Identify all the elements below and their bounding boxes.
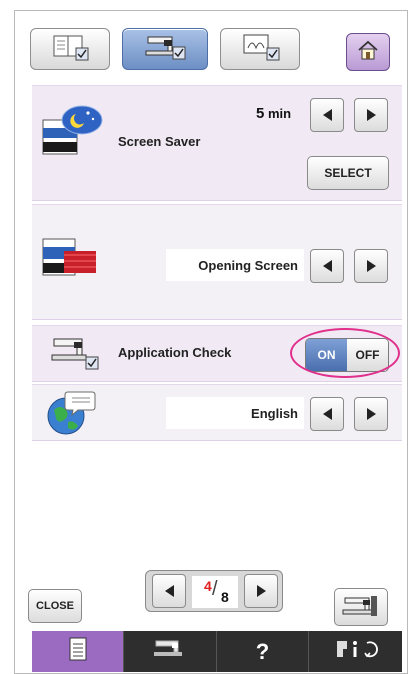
screen-saver-icon	[42, 104, 104, 161]
tab-machine-guide[interactable]	[124, 631, 217, 672]
machine-mode-button[interactable]	[334, 588, 388, 626]
presser-foot-info-icon	[331, 637, 381, 666]
globe-icon	[46, 388, 96, 441]
help-icon: ?	[255, 638, 270, 664]
screen-saver-increase-button[interactable]	[354, 98, 388, 132]
page-next-button[interactable]	[244, 574, 278, 608]
tab-help[interactable]: ?	[217, 631, 309, 672]
left-arrow-icon	[322, 408, 332, 420]
language-value: English	[166, 397, 304, 429]
page-total: 8	[221, 589, 229, 605]
left-arrow-icon	[322, 260, 332, 272]
book-icon	[50, 32, 90, 67]
document-icon	[68, 637, 88, 666]
screen-saver-select-button[interactable]: SELECT	[307, 156, 389, 190]
left-arrow-icon	[322, 109, 332, 121]
page-slash: /	[212, 578, 218, 600]
highlight-ring	[290, 328, 400, 378]
screen-saver-minutes: 5	[256, 105, 265, 122]
language-increase-button[interactable]	[354, 397, 388, 431]
screen-saver-value: 5 min	[256, 105, 291, 122]
application-check-icon	[50, 331, 102, 376]
right-arrow-icon	[366, 109, 376, 121]
tab-general-settings[interactable]	[30, 28, 110, 70]
right-arrow-icon	[366, 260, 376, 272]
tab-machine-settings[interactable]	[122, 28, 208, 70]
home-icon	[356, 39, 380, 66]
sewing-machine-icon	[341, 592, 381, 623]
tab-screen-settings[interactable]	[220, 28, 300, 70]
sewing-machine-icon	[142, 31, 188, 68]
right-arrow-icon	[256, 585, 266, 597]
opening-screen-value: Opening Screen	[166, 249, 304, 281]
opening-screen-decrease-button[interactable]	[310, 249, 344, 283]
tab-stitch-info[interactable]	[309, 631, 402, 672]
monitor-icon	[238, 32, 282, 67]
page-current: 4	[204, 578, 212, 594]
right-arrow-icon	[366, 408, 376, 420]
tab-settings[interactable]	[32, 631, 124, 672]
sewing-machine-icon	[150, 637, 190, 666]
opening-screen-increase-button[interactable]	[354, 249, 388, 283]
screen-saver-unit: min	[267, 106, 292, 121]
home-button[interactable]	[346, 33, 390, 71]
application-check-label: Application Check	[118, 345, 232, 360]
screen-saver-label: Screen Saver	[118, 134, 201, 149]
opening-screen-icon	[42, 237, 102, 282]
close-button[interactable]: CLOSE	[28, 589, 82, 623]
language-decrease-button[interactable]	[310, 397, 344, 431]
left-arrow-icon	[164, 585, 174, 597]
screen-saver-decrease-button[interactable]	[310, 98, 344, 132]
page-indicator: 4 / 8	[192, 576, 238, 608]
page-prev-button[interactable]	[152, 574, 186, 608]
